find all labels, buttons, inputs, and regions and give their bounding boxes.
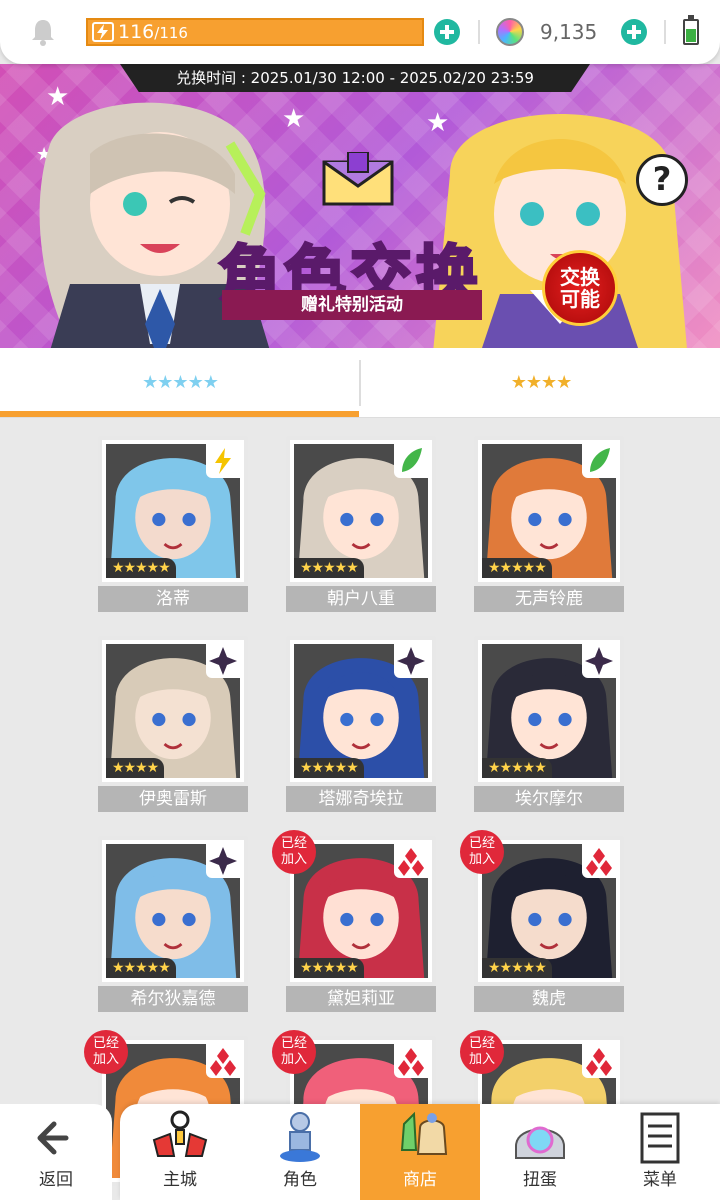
divider	[478, 20, 480, 44]
tab-four-star[interactable]: ★★★★	[361, 348, 720, 418]
divider	[664, 20, 666, 44]
character-card[interactable]: ★★★★★ 希尔狄嘉德	[98, 836, 248, 1012]
fire-diamond-icon	[394, 844, 428, 878]
owned-badge: 已经 加入	[460, 830, 504, 874]
help-button[interactable]: ?	[636, 154, 688, 206]
rarity-stars: ★★★★★	[294, 558, 364, 578]
character-portrait: ★★★★★	[286, 636, 436, 786]
character-name: 无声铃鹿	[474, 586, 624, 612]
dark-star-icon	[206, 844, 240, 878]
stamina-max: /116	[154, 24, 188, 42]
character-name: 埃尔摩尔	[474, 786, 624, 812]
nav-item-character[interactable]: 角色	[240, 1104, 360, 1200]
nav-label-menu: 菜单	[643, 1170, 677, 1190]
rarity-stars: ★★★★★	[482, 758, 552, 778]
rarity-stars: ★★★★	[106, 758, 165, 778]
fire-diamond-icon	[582, 844, 616, 878]
rarity-stars: ★★★★★	[294, 758, 364, 778]
arrow-left-icon	[37, 1121, 69, 1155]
nav-label-character: 角色	[283, 1170, 317, 1190]
rarity-stars: ★★★★★	[294, 958, 364, 978]
owned-badge: 已经 加入	[272, 830, 316, 874]
nav-item-gacha[interactable]: 扭蛋	[480, 1104, 600, 1200]
rarity-stars: ★★★★★	[106, 558, 176, 578]
rarity-stars: ★★★★★	[106, 958, 176, 978]
leaf-icon	[394, 444, 428, 478]
status-bar: 116/116 9,135	[0, 0, 720, 64]
active-tab-indicator	[0, 411, 359, 417]
nav-item-home[interactable]: 主城	[120, 1104, 240, 1200]
add-gem-button[interactable]	[621, 19, 647, 45]
character-card[interactable]: ★★★★★ 魏虎 已经 加入	[460, 830, 624, 1012]
rarity-stars: ★★★★★	[482, 558, 552, 578]
character-name: 洛蒂	[98, 586, 248, 612]
character-name: 塔娜奇埃拉	[286, 786, 436, 812]
fire-diamond-icon	[394, 1044, 428, 1078]
badge-line-2: 可能	[560, 287, 600, 311]
envelope-icon	[322, 152, 394, 206]
nav-bar: 主城 角色 商店 扭蛋 菜单	[120, 1104, 720, 1200]
character-portrait: ★★★★	[98, 636, 248, 786]
badge-line-1: 交换	[560, 265, 600, 289]
character-figure-icon	[280, 1112, 320, 1162]
stamina-current: 116	[118, 21, 155, 43]
character-card[interactable]: ★★★★★ 无声铃鹿	[474, 436, 624, 612]
bell-icon[interactable]	[30, 18, 56, 46]
dark-star-icon	[206, 644, 240, 678]
lightning-icon	[206, 444, 240, 478]
nav-item-menu[interactable]: 菜单	[600, 1104, 720, 1200]
character-portrait: ★★★★★	[286, 436, 436, 586]
rarity-stars: ★★★★★	[482, 958, 552, 978]
nav-label-shop: 商店	[403, 1170, 437, 1190]
fire-diamond-icon	[582, 1044, 616, 1078]
back-button[interactable]: 返回	[0, 1104, 112, 1200]
back-label: 返回	[39, 1170, 73, 1190]
character-portrait: ★★★★★	[98, 436, 248, 586]
gacha-orb-icon	[515, 1126, 565, 1159]
exchange-available-badge: 交换 可能	[542, 250, 618, 326]
dark-star-icon	[394, 644, 428, 678]
nav-label-gacha: 扭蛋	[523, 1170, 557, 1190]
battery-icon	[683, 15, 699, 45]
shop-bag-icon	[400, 1111, 448, 1155]
nav-item-shop[interactable]: 商店	[360, 1104, 480, 1200]
castle-icon	[152, 1110, 208, 1157]
gem-count: 9,135	[540, 20, 598, 44]
character-name: 黛妲莉亚	[286, 986, 436, 1012]
character-name: 朝户八重	[286, 586, 436, 612]
add-stamina-button[interactable]	[434, 19, 460, 45]
character-card[interactable]: ★★★★ 伊奥雷斯	[98, 636, 248, 812]
banner-subtitle: 赠礼特别活动	[222, 290, 482, 320]
owned-badge: 已经 加入	[272, 1030, 316, 1074]
character-card[interactable]: ★★★★★ 塔娜奇埃拉	[286, 636, 436, 812]
menu-list-icon	[640, 1112, 680, 1164]
leaf-icon	[582, 444, 616, 478]
tab-five-star[interactable]: ★★★★★	[0, 348, 360, 418]
character-name: 希尔狄嘉德	[98, 986, 248, 1012]
rarity-tabs: ★★★★★ ★★★★	[0, 348, 720, 418]
character-grid: ★★★★★ 洛蒂 ★★★★★ 朝户八重 ★★★★★ 无声铃鹿 ★★★★ 伊奥雷斯 ★★★★★ 塔娜…	[0, 418, 720, 1186]
character-card[interactable]: ★★★★★ 埃尔摩尔	[474, 636, 624, 812]
character-portrait: ★★★★★	[98, 836, 248, 986]
lightning-icon	[92, 22, 114, 42]
character-card[interactable]: ★★★★★ 洛蒂	[98, 436, 248, 612]
nav-label-home: 主城	[163, 1170, 197, 1190]
character-card[interactable]: ★★★★★ 朝户八重	[286, 436, 436, 612]
character-portrait: ★★★★★	[474, 436, 624, 586]
character-name: 魏虎	[474, 986, 624, 1012]
owned-badge: 已经 加入	[460, 1030, 504, 1074]
bottom-navigation: 返回 主城 角色 商店 扭蛋 菜单	[0, 1104, 720, 1200]
character-name: 伊奥雷斯	[98, 786, 248, 812]
event-banner: 兑换时间 : 2025.01/30 12:00 - 2025.02/20 23:…	[0, 64, 720, 348]
stamina-bar: 116/116	[86, 18, 424, 46]
dark-star-icon	[582, 644, 616, 678]
character-card[interactable]: ★★★★★ 黛妲莉亚 已经 加入	[272, 830, 436, 1012]
owned-badge: 已经 加入	[84, 1030, 128, 1074]
fire-diamond-icon	[206, 1044, 240, 1078]
gem-icon	[496, 18, 524, 46]
character-portrait: ★★★★★	[474, 636, 624, 786]
